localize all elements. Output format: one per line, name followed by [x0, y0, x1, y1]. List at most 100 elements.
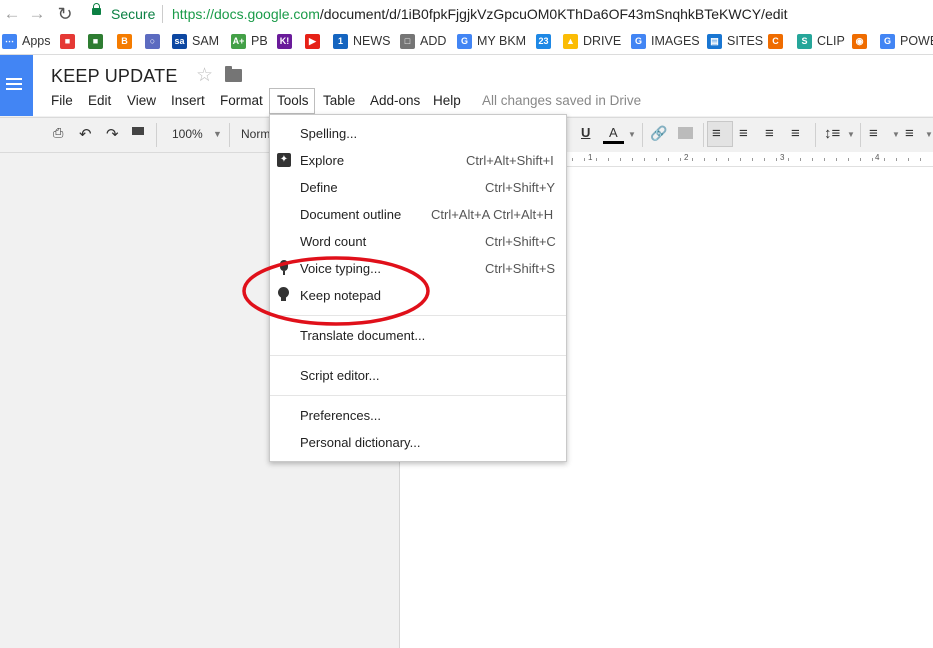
menu-item-spelling[interactable]: Spelling...: [300, 126, 357, 141]
ruler-number: 4: [875, 153, 880, 162]
ruler-tick: [572, 158, 573, 161]
bookmark-item[interactable]: ◉: [852, 32, 867, 50]
toolbar-divider: [229, 123, 230, 147]
globe-icon: ○: [145, 33, 160, 49]
menu-item-explore[interactable]: Explore: [300, 153, 344, 168]
menu-tools[interactable]: Tools: [277, 93, 309, 108]
bookmark-item[interactable]: ⋯ Apps: [2, 32, 51, 50]
bookmark-item[interactable]: S CLIP: [797, 32, 845, 50]
bookmark-label: SITES: [727, 34, 764, 48]
menu-item-document-outline[interactable]: Document outline: [300, 207, 401, 222]
link-icon[interactable]: 🔗: [650, 125, 667, 142]
toolbar-divider: [703, 123, 704, 147]
sam-icon: sa: [172, 33, 187, 49]
reload-icon[interactable]: ↻: [55, 4, 75, 24]
menu-item-define[interactable]: Define: [300, 180, 338, 195]
url-divider: [162, 5, 163, 23]
bookmark-item[interactable]: ○: [145, 32, 160, 50]
bulleted-list-icon[interactable]: ≡: [905, 125, 914, 142]
ruler-tick: [776, 158, 777, 161]
bookmark-item[interactable]: ▲ DRIVE: [563, 32, 621, 50]
toolbar-divider: [815, 123, 816, 147]
forward-arrow-icon[interactable]: →: [27, 4, 47, 24]
bookmark-item[interactable]: ■: [60, 32, 75, 50]
menu-add-ons[interactable]: Add-ons: [370, 93, 420, 108]
ruler-tick: [728, 158, 729, 161]
menu-help[interactable]: Help: [433, 93, 461, 108]
menu-format[interactable]: Format: [220, 93, 263, 108]
bookmark-item[interactable]: G IMAGES: [631, 32, 700, 50]
bookmark-item[interactable]: □ ADD: [400, 32, 446, 50]
document-title[interactable]: KEEP UPDATE: [51, 66, 178, 87]
align-justify-icon[interactable]: ≡: [791, 125, 800, 142]
undo-icon[interactable]: ↶: [79, 125, 92, 143]
menu-view[interactable]: View: [127, 93, 156, 108]
bookmark-item[interactable]: B: [117, 32, 132, 50]
blogger-icon: B: [117, 33, 132, 49]
ruler-tick: [860, 158, 861, 161]
news-icon: 1: [333, 33, 348, 49]
menu-item-translate-document[interactable]: Translate document...: [300, 328, 425, 343]
ruler-tick: [752, 158, 753, 161]
annotation-ellipse: [242, 256, 430, 326]
bookmark-label: PB: [251, 34, 268, 48]
bookmark-item[interactable]: 1 NEWS: [333, 32, 391, 50]
bookmark-item[interactable]: G MY BKM: [457, 32, 526, 50]
menu-item-word-count[interactable]: Word count: [300, 234, 366, 249]
underline-button[interactable]: U: [581, 125, 590, 140]
back-arrow-icon[interactable]: ←: [2, 4, 22, 24]
comment-icon[interactable]: [678, 127, 693, 139]
contact-card-icon: ■: [88, 33, 103, 49]
folder-icon[interactable]: [225, 66, 242, 82]
paint-format-icon[interactable]: [132, 127, 144, 135]
bookmark-item[interactable]: A+ PB: [231, 32, 268, 50]
url-host: https://docs.google.com: [172, 6, 320, 22]
align-right-icon[interactable]: ≡: [765, 125, 774, 142]
kahoot-icon: K!: [277, 33, 292, 49]
eye-icon: ◉: [852, 33, 867, 49]
style-select[interactable]: Norm: [241, 127, 270, 141]
bookmark-item[interactable]: ▤ SITES: [707, 32, 763, 50]
save-status[interactable]: All changes saved in Drive: [482, 93, 641, 108]
shortcut-word-count: Ctrl+Shift+C: [485, 234, 556, 249]
ruler-tick: [872, 158, 873, 161]
docs-logo-icon[interactable]: [0, 55, 33, 116]
menu-item-script-editor[interactable]: Script editor...: [300, 368, 379, 383]
bookmark-item[interactable]: G POWE: [880, 32, 933, 50]
calendar-icon: 23: [536, 33, 551, 49]
url-path: /document/d/1iB0fpkFjgjkVzGpcuOM0KThDa6O…: [319, 6, 788, 22]
line-spacing-icon[interactable]: ↕≡: [824, 125, 840, 142]
menu-item-preferences[interactable]: Preferences...: [300, 408, 381, 423]
bookmark-item[interactable]: C: [768, 32, 783, 50]
zoom-select[interactable]: 100%: [172, 127, 203, 141]
chrome-store-icon: ■: [60, 33, 75, 49]
apps-grid-icon: ⋯: [2, 33, 17, 49]
menu-table[interactable]: Table: [323, 93, 355, 108]
bookmark-item[interactable]: ■: [88, 32, 103, 50]
ruler-tick: [632, 158, 633, 161]
star-icon[interactable]: ☆: [196, 64, 213, 87]
menu-file[interactable]: File: [51, 93, 73, 108]
text-color-button[interactable]: A: [609, 125, 618, 140]
aplus-icon: A+: [231, 33, 246, 49]
url-field[interactable]: https://docs.google.com/document/d/1iB0f…: [172, 6, 788, 22]
print-icon[interactable]: ⎙: [53, 125, 63, 141]
bookmark-item[interactable]: K!: [277, 32, 292, 50]
menu-insert[interactable]: Insert: [171, 93, 205, 108]
text-color-swatch: [603, 141, 624, 144]
shortcut-define: Ctrl+Shift+Y: [485, 180, 556, 195]
redo-icon[interactable]: ↷: [106, 125, 119, 143]
bookmark-item[interactable]: ▶: [305, 32, 320, 50]
ruler-tick: [704, 158, 705, 161]
bookmark-item[interactable]: 23: [536, 32, 551, 50]
google-icon: G: [457, 33, 472, 49]
numbered-list-icon[interactable]: ≡: [869, 125, 878, 142]
bookmark-item[interactable]: sa SAM: [172, 32, 219, 50]
menu-edit[interactable]: Edit: [88, 93, 111, 108]
menu-item-personal-dictionary[interactable]: Personal dictionary...: [300, 435, 420, 450]
align-center-icon[interactable]: ≡: [739, 125, 748, 142]
ruler-number: 3: [780, 153, 785, 162]
google-icon: G: [631, 33, 646, 49]
page-icon: □: [400, 33, 415, 49]
ruler-tick: [644, 158, 645, 161]
